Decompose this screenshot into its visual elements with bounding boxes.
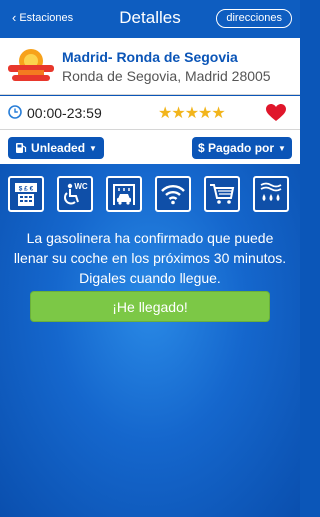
shop-amenity bbox=[204, 176, 240, 212]
favorite-heart-icon[interactable] bbox=[266, 104, 286, 122]
amenities-row: $ £ € WC bbox=[8, 176, 292, 212]
payment-label: $ Pagado por bbox=[198, 141, 275, 155]
filters-bar: Unleaded ▼ $ Pagado por ▼ bbox=[0, 130, 300, 164]
nav-bar: ‹ Estaciones Detalles direcciones bbox=[0, 0, 300, 38]
car-wash-amenity bbox=[106, 176, 142, 212]
accessible-wc-amenity: WC bbox=[57, 176, 93, 212]
water-air-amenity bbox=[253, 176, 289, 212]
directions-button[interactable]: direcciones bbox=[216, 9, 292, 28]
back-label: Estaciones bbox=[19, 11, 74, 24]
atm-amenity: $ £ € bbox=[8, 176, 44, 212]
main-content: $ £ € WC La gasolinera ha confirmado que… bbox=[0, 164, 300, 517]
caret-down-icon: ▼ bbox=[89, 143, 97, 153]
atm-badge: $ £ € bbox=[19, 186, 34, 193]
arrived-button[interactable]: ¡He llegado! bbox=[30, 291, 270, 322]
wifi-icon bbox=[161, 185, 185, 205]
station-name: Madrid- Ronda de Segovia bbox=[62, 49, 238, 65]
brand-logo-icon bbox=[8, 49, 54, 81]
rating-stars: ★★★★★ bbox=[158, 105, 226, 122]
water-drops-icon bbox=[260, 182, 282, 201]
back-button[interactable]: ‹ Estaciones bbox=[12, 11, 73, 24]
opening-hours: 00:00-23:59 bbox=[27, 105, 102, 121]
payment-dropdown[interactable]: $ Pagado por ▼ bbox=[192, 137, 292, 159]
shopping-cart-icon bbox=[210, 184, 235, 204]
chevron-left-icon: ‹ bbox=[12, 10, 17, 25]
wifi-amenity bbox=[155, 176, 191, 212]
fuel-type-dropdown[interactable]: Unleaded ▼ bbox=[8, 137, 104, 159]
car-wash-icon bbox=[113, 184, 135, 205]
caret-down-icon: ▼ bbox=[278, 143, 286, 153]
station-address: Ronda de Segovia, Madrid 28005 bbox=[62, 68, 271, 84]
clock-icon bbox=[8, 105, 22, 119]
fuel-type-label: Unleaded bbox=[31, 141, 86, 155]
wc-badge: WC bbox=[74, 182, 88, 191]
atm-icon: $ £ € bbox=[15, 183, 37, 206]
info-row: 00:00-23:59 ★★★★★ bbox=[0, 96, 300, 130]
station-header: Madrid- Ronda de Segovia Ronda de Segovi… bbox=[0, 38, 300, 95]
fuel-pump-icon bbox=[16, 143, 27, 153]
wheelchair-wc-icon: WC bbox=[64, 182, 88, 205]
confirmation-message: La gasolinera ha confirmado que puede ll… bbox=[13, 230, 287, 286]
